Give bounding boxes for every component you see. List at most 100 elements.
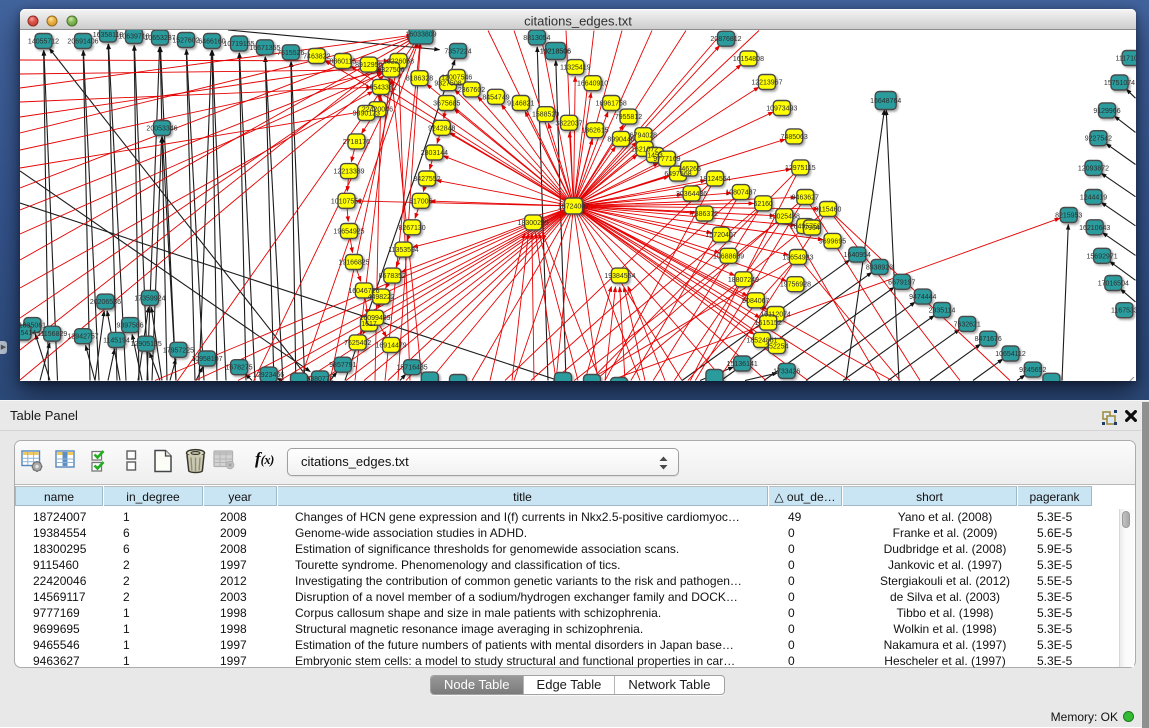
svg-text:10958107: 10958107	[191, 356, 222, 363]
svg-text:2367602: 2367602	[458, 87, 485, 94]
svg-text:16961758: 16961758	[596, 101, 627, 108]
svg-text:17016504: 17016504	[1098, 281, 1129, 288]
svg-text:18807249: 18807249	[728, 277, 759, 284]
svg-text:7485063: 7485063	[781, 134, 808, 141]
svg-text:9777169: 9777169	[653, 156, 680, 163]
svg-text:9146821: 9146821	[507, 101, 534, 108]
svg-text:3675685: 3675685	[433, 101, 460, 108]
svg-text:11171017: 11171017	[1116, 56, 1136, 63]
svg-text:19654925: 19654925	[333, 229, 364, 236]
svg-text:20364436: 20364436	[676, 191, 707, 198]
svg-text:17359924: 17359924	[134, 295, 165, 302]
svg-text:8471676: 8471676	[975, 336, 1002, 343]
svg-text:20876812: 20876812	[710, 36, 741, 43]
svg-text:6466160: 6466160	[198, 39, 225, 46]
svg-text:2935114: 2935114	[929, 308, 956, 315]
svg-text:10107552: 10107552	[331, 198, 362, 205]
svg-text:19218506: 19218506	[540, 49, 571, 56]
svg-text:12007546: 12007546	[441, 75, 472, 82]
svg-text:16543382: 16543382	[365, 84, 396, 91]
svg-text:1244419: 1244419	[1080, 195, 1107, 202]
svg-text:16648764: 16648764	[870, 98, 901, 105]
svg-text:11156829: 11156829	[37, 331, 67, 338]
svg-text:8186328: 8186328	[406, 76, 433, 83]
svg-text:1617: 1617	[361, 321, 377, 328]
svg-text:18724007: 18724007	[558, 204, 589, 211]
svg-text:16914479: 16914479	[376, 342, 407, 349]
svg-text:1588520: 1588520	[532, 112, 559, 119]
svg-text:10973493: 10973493	[766, 106, 797, 113]
svg-text:7357224: 7357224	[444, 49, 471, 56]
svg-text:8454749: 8454749	[482, 94, 509, 101]
svg-text:15720407: 15720407	[706, 232, 737, 239]
svg-text:15751074: 15751074	[1104, 80, 1135, 87]
svg-text:3822037: 3822037	[555, 120, 582, 127]
svg-text:9242848: 9242848	[428, 125, 455, 132]
svg-text:18300295: 18300295	[518, 220, 549, 227]
svg-text:16099489: 16099489	[359, 315, 390, 322]
svg-text:18226058: 18226058	[383, 59, 414, 66]
svg-text:9084067: 9084067	[742, 298, 769, 305]
svg-text:3915414: 3915414	[20, 330, 36, 337]
svg-text:1640954: 1640954	[844, 252, 871, 259]
svg-text:8427552: 8427552	[413, 176, 440, 183]
svg-text:9474444: 9474444	[909, 294, 936, 301]
svg-text:1145194: 1145194	[103, 337, 130, 344]
svg-text:9115460: 9115460	[815, 207, 842, 214]
svg-text:8215953: 8215953	[1055, 213, 1082, 220]
svg-text:16210643: 16210643	[1079, 225, 1110, 232]
svg-text:16671355: 16671355	[249, 45, 280, 52]
svg-text:8267130: 8267130	[398, 225, 425, 232]
svg-text:7632621: 7632621	[954, 321, 981, 328]
svg-text:7386372: 7386372	[691, 211, 718, 218]
svg-text:8813054: 8813054	[523, 35, 550, 42]
svg-text:14055712: 14055712	[28, 39, 59, 46]
svg-text:9245652: 9245652	[1019, 367, 1046, 374]
svg-text:6794028: 6794028	[630, 133, 657, 140]
svg-text:19384554: 19384554	[604, 273, 635, 280]
svg-text:10807487: 10807487	[725, 190, 756, 197]
svg-text:746266: 746266	[678, 166, 701, 173]
svg-text:9699695: 9699695	[819, 238, 846, 245]
svg-text:15716485: 15716485	[397, 365, 428, 372]
svg-text:9890123: 9890123	[353, 110, 380, 117]
svg-text:16154808: 16154808	[733, 56, 764, 63]
svg-text:1733426: 1733426	[773, 368, 800, 375]
svg-text:252254: 252254	[765, 344, 788, 351]
svg-text:19654923: 19654923	[782, 255, 813, 262]
svg-text:12942757: 12942757	[68, 334, 99, 341]
svg-text:12923466: 12923466	[253, 372, 284, 379]
svg-text:7964: 7964	[804, 225, 820, 232]
svg-text:2803144: 2803144	[421, 150, 448, 157]
svg-text:9857791: 9857791	[329, 362, 356, 369]
svg-text:12213389: 12213389	[333, 169, 364, 176]
svg-text:7515526: 7515526	[277, 50, 304, 57]
svg-text:9380772: 9380772	[306, 376, 333, 381]
svg-text:7955812: 7955812	[615, 114, 642, 121]
svg-text:11325419: 11325419	[560, 65, 591, 72]
svg-text:15136141: 15136141	[727, 361, 758, 368]
svg-text:19756928: 19756928	[780, 282, 811, 289]
svg-text:15692971: 15692971	[1087, 253, 1118, 260]
svg-text:19166825: 19166825	[338, 260, 369, 267]
svg-text:16640910: 16640910	[577, 81, 608, 88]
svg-text:16112074: 16112074	[760, 312, 791, 319]
svg-text:1527602: 1527602	[172, 38, 199, 45]
svg-text:9463627: 9463627	[792, 195, 819, 202]
svg-text:11353594: 11353594	[388, 247, 419, 254]
svg-text:12975115: 12975115	[785, 165, 816, 172]
svg-text:1167533: 1167533	[1111, 308, 1136, 315]
svg-text:12213967: 12213967	[751, 80, 782, 87]
svg-text:4498222: 4498222	[368, 294, 395, 301]
svg-text:9327506: 9327506	[377, 67, 404, 74]
svg-text:16033809: 16033809	[405, 32, 436, 39]
svg-text:10653287: 10653287	[144, 35, 175, 42]
svg-text:7463822: 7463822	[303, 54, 330, 61]
svg-text:1835061: 1835061	[20, 323, 46, 330]
svg-text:1362615: 1362615	[581, 128, 608, 135]
svg-text:17957225: 17957225	[163, 347, 194, 354]
svg-text:1615152: 1615152	[755, 320, 782, 327]
svg-text:18124554: 18124554	[699, 176, 730, 183]
svg-text:9227542: 9227542	[1085, 136, 1112, 143]
svg-text:10025438: 10025438	[769, 214, 800, 221]
